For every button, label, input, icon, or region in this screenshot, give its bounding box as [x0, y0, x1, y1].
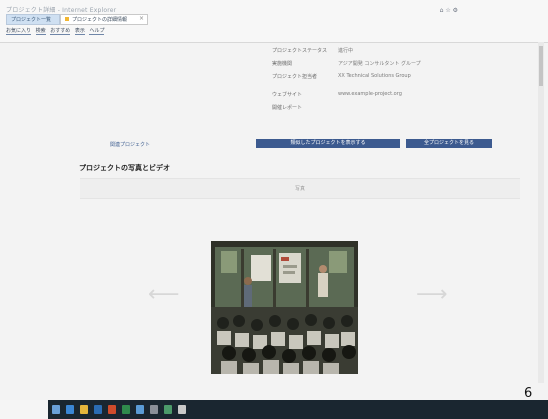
favicon-icon — [65, 17, 69, 21]
carousel-next-arrow-icon[interactable]: ⟶ — [416, 284, 448, 306]
powerpoint-icon[interactable] — [108, 405, 116, 414]
app-icon[interactable] — [164, 405, 172, 414]
detail-label-contact: プロジェクト担当者 — [272, 74, 318, 80]
browser-icon[interactable] — [66, 405, 74, 414]
window-title: プロジェクト詳細 - Internet Explorer — [6, 7, 117, 14]
start-icon[interactable] — [52, 405, 60, 414]
carousel-prev-arrow-icon[interactable]: ⟵ — [148, 284, 180, 306]
photos-tab-bar[interactable]: 写真 — [80, 178, 520, 199]
related-projects-link[interactable]: 関連プロジェクト — [110, 141, 150, 148]
window-controls[interactable]: ⌂ ☆ ⚙ — [440, 7, 458, 14]
detail-value-agency: アジア開発 コンサルタント グループ — [338, 61, 421, 67]
all-projects-button[interactable]: 全プロジェクトを見る — [406, 139, 492, 148]
media-section-title: プロジェクトの写真とビデオ — [79, 164, 170, 172]
tab-project-list[interactable]: プロジェクト一覧 — [6, 14, 60, 25]
page-number: 6 — [524, 386, 533, 401]
settings-icon[interactable] — [150, 405, 158, 414]
nav-link-favorites[interactable]: お気に入り — [6, 27, 32, 35]
detail-label-website: ウェブサイト — [272, 92, 303, 98]
project-photo[interactable] — [211, 241, 358, 374]
nav-link-view[interactable]: 表示 — [74, 27, 85, 35]
tab-label: プロジェクト一覧 — [11, 17, 52, 23]
close-tab-icon[interactable]: × — [139, 15, 144, 22]
outlook-icon[interactable] — [136, 405, 144, 414]
detail-value-status: 進行中 — [338, 48, 354, 54]
classroom-photo-image — [211, 241, 358, 374]
scrollbar-track[interactable] — [538, 42, 544, 383]
similar-projects-button[interactable]: 類似したプロジェクトを表示する — [256, 139, 400, 148]
detail-label-report: 開催レポート — [272, 105, 303, 111]
favorites-bar: お気に入り 検索 おすすめ 表示 ヘルプ — [6, 27, 107, 35]
detail-label-status: プロジェクトステータス — [272, 48, 328, 54]
photos-tab-label: 写真 — [294, 186, 305, 192]
word-icon[interactable] — [94, 405, 102, 414]
start-area[interactable] — [0, 400, 48, 419]
nav-link-recommended[interactable]: おすすめ — [50, 27, 71, 35]
app-icon-2[interactable] — [178, 405, 186, 414]
scrollbar-thumb[interactable] — [539, 46, 543, 86]
detail-label-agency: 実施機関 — [272, 61, 293, 67]
detail-value-contact: XX Technical Solutions Group — [338, 73, 411, 79]
excel-icon[interactable] — [122, 405, 130, 414]
nav-link-search[interactable]: 検索 — [35, 27, 46, 35]
detail-value-website[interactable]: www.example-project.org — [338, 91, 402, 97]
tab-label: プロジェクトの詳細情報 — [72, 17, 128, 23]
folder-icon[interactable] — [80, 405, 88, 414]
tab-project-detail[interactable]: プロジェクトの詳細情報 × — [60, 14, 148, 25]
nav-link-help[interactable]: ヘルプ — [89, 27, 105, 35]
